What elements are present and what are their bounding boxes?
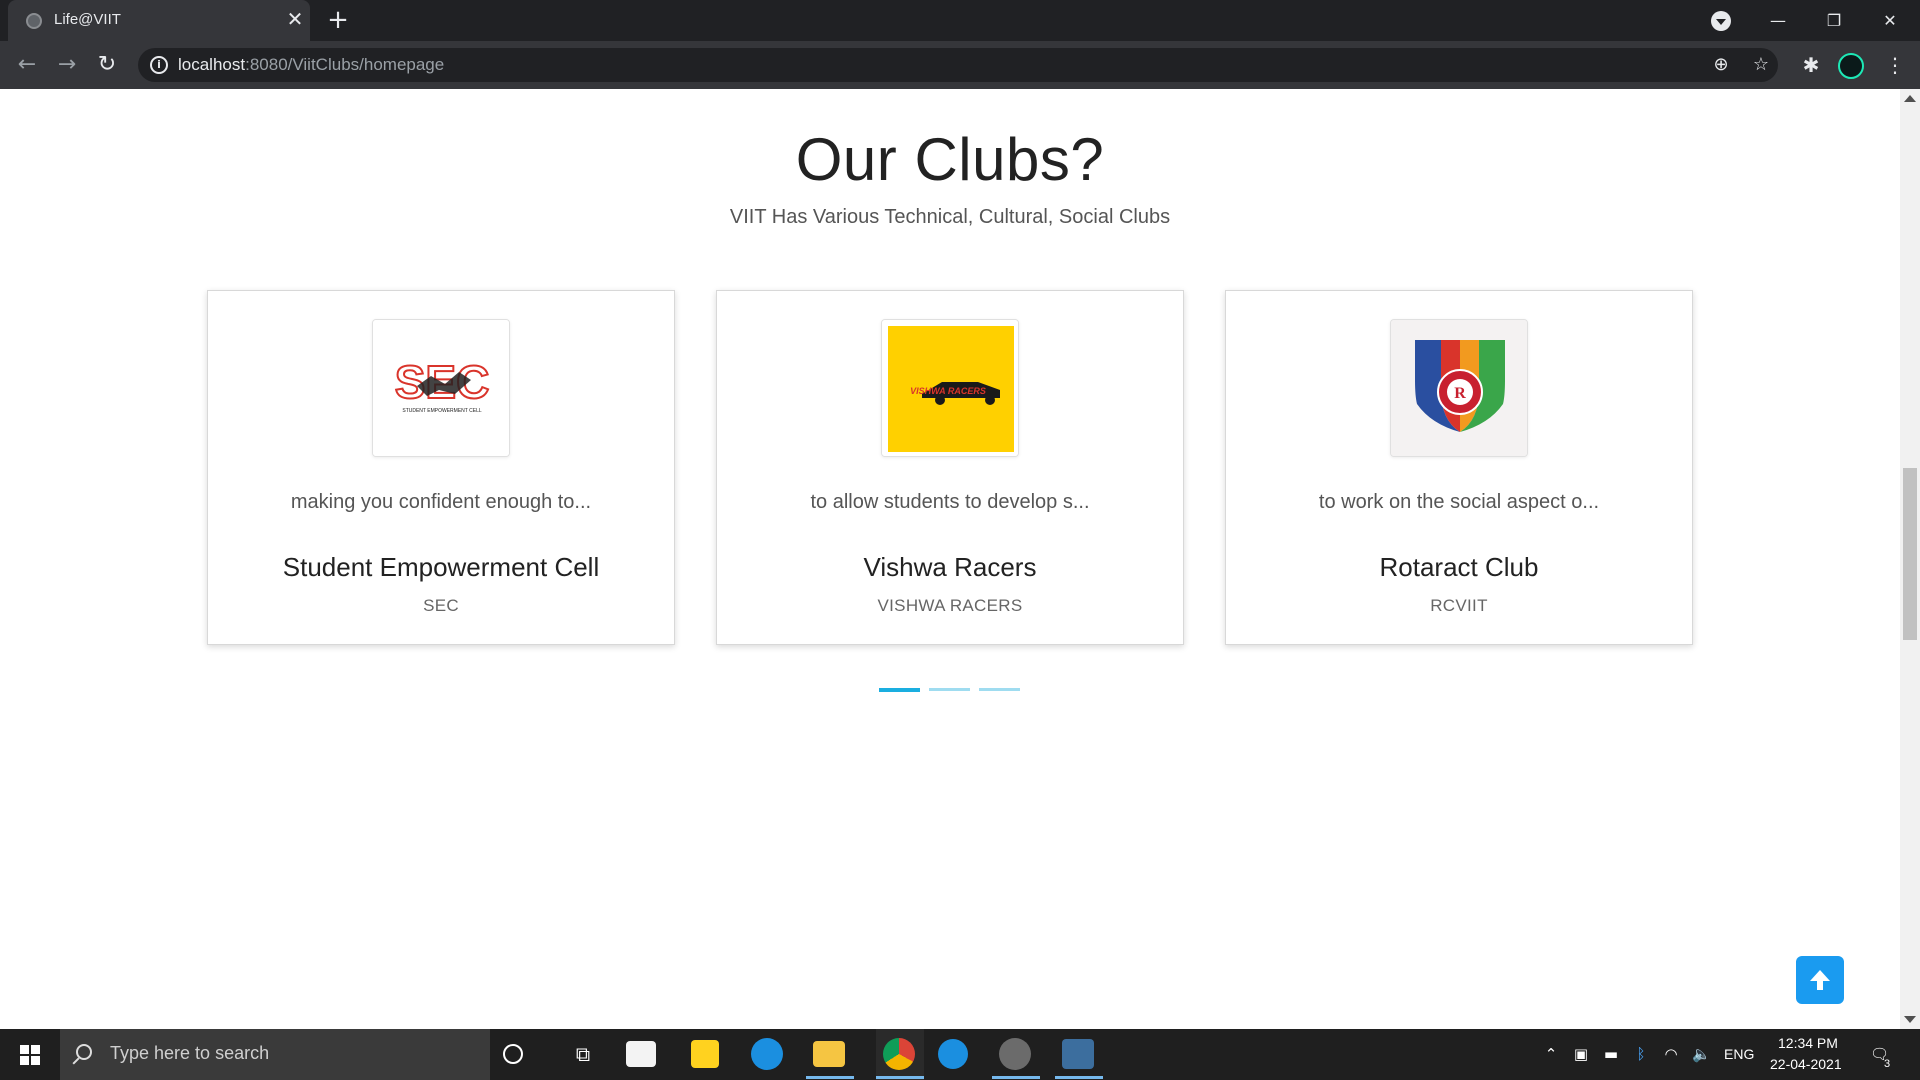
browser-tab[interactable]: Life@VIIT ✕	[8, 0, 310, 41]
running-indicator	[876, 1076, 924, 1079]
vishwa-racers-logo-text: VISHWA RACERS	[910, 386, 986, 396]
carousel-indicators	[879, 688, 1021, 692]
running-indicator	[1055, 1076, 1103, 1079]
club-code: SEC	[423, 596, 459, 615]
clock-date[interactable]: 22-04-2021	[1770, 1056, 1842, 1072]
sec-logo: SEC STUDENT EMPOWERMENT CELL	[372, 319, 510, 457]
file-explorer-icon[interactable]	[813, 1041, 845, 1067]
page-scrollbar[interactable]	[1900, 89, 1920, 1029]
bookmark-star-icon[interactable]: ☆	[1750, 54, 1772, 76]
notification-count: 3	[1884, 1058, 1891, 1070]
club-description: to work on the social aspect o...	[1318, 491, 1600, 513]
volume-icon[interactable]: 🔈	[1692, 1045, 1711, 1063]
close-window-icon[interactable]: ✕	[1862, 0, 1918, 41]
tab-title: Life@VIIT	[54, 11, 121, 28]
chevron-up-icon[interactable]: ⌃	[1542, 1045, 1560, 1063]
profile-avatar[interactable]	[1838, 53, 1864, 79]
clock-time[interactable]: 12:34 PM	[1778, 1035, 1838, 1051]
chrome-icon[interactable]	[883, 1038, 915, 1070]
search-icon	[76, 1044, 92, 1060]
club-description: making you confident enough to...	[290, 491, 592, 513]
windows-start-icon[interactable]	[0, 1029, 60, 1080]
menu-kebab-icon[interactable]: ⋮	[1880, 50, 1910, 80]
rotaract-logo: R	[1390, 319, 1528, 457]
task-view-icon[interactable]: ⧉	[566, 1037, 600, 1071]
gear-app-icon[interactable]	[999, 1038, 1031, 1070]
club-code: RCVIIT	[1430, 596, 1488, 615]
club-description: to allow students to develop s...	[810, 491, 1090, 513]
browser-tab-strip: Life@VIIT ✕ + — ❐ ✕	[0, 0, 1920, 41]
restore-icon[interactable]: ❐	[1806, 0, 1862, 41]
scroll-up-icon[interactable]	[1904, 95, 1916, 102]
tab-search-icon[interactable]	[1711, 11, 1731, 31]
vishwa-racers-logo: VISHWA RACERS	[881, 319, 1019, 457]
sec-logo-image: SEC STUDENT EMPOWERMENT CELL	[373, 320, 509, 456]
sec-logo-letters: SEC	[395, 356, 490, 408]
scroll-thumb[interactable]	[1903, 468, 1917, 640]
vishwa-racers-logo-image: VISHWA RACERS	[882, 320, 1018, 456]
rotaract-logo-letter: R	[1454, 385, 1466, 402]
zoom-icon[interactable]: ⊕	[1710, 54, 1732, 76]
reload-icon[interactable]: ↻	[92, 50, 122, 80]
rotaract-logo-image: R	[1391, 320, 1527, 456]
edge-icon[interactable]	[751, 1038, 783, 1070]
forward-arrow-icon[interactable]: →	[52, 50, 82, 80]
sticky-notes-icon[interactable]	[691, 1040, 719, 1068]
browser-toolbar: ← → ↻ i localhost:8080/ViitClubs/homepag…	[0, 41, 1920, 89]
wifi-icon[interactable]: ◠	[1662, 1045, 1680, 1063]
carousel-dot[interactable]	[979, 688, 1020, 691]
section-subtitle: VIIT Has Various Technical, Cultural, So…	[729, 206, 1171, 228]
carousel-dot[interactable]	[929, 688, 970, 691]
extensions-puzzle-icon[interactable]: ✱	[1796, 50, 1826, 80]
club-code: VISHWA RACERS	[877, 596, 1023, 615]
cortana-icon[interactable]	[503, 1044, 523, 1064]
club-name[interactable]: Rotaract Club	[1226, 552, 1692, 583]
club-card-sec[interactable]: SEC STUDENT EMPOWERMENT CELL making you …	[207, 290, 675, 645]
club-name[interactable]: Vishwa Racers	[717, 552, 1183, 583]
close-tab-icon[interactable]: ✕	[283, 7, 307, 31]
windows-taskbar: Type here to search ⧉ ⌃ ▣ ▬ ᛒ ◠ 🔈 ENG 12…	[0, 1029, 1920, 1080]
back-to-top-button[interactable]	[1796, 956, 1844, 1004]
site-info-icon[interactable]: i	[150, 56, 168, 74]
scroll-down-icon[interactable]	[1904, 1016, 1916, 1023]
carousel-dot[interactable]	[879, 688, 920, 692]
bluetooth-icon[interactable]: ᛒ	[1632, 1045, 1650, 1063]
store-icon[interactable]	[626, 1041, 656, 1067]
minimize-icon[interactable]: —	[1750, 0, 1806, 41]
page-viewport: Our Clubs? VIIT Has Various Technical, C…	[0, 89, 1920, 1029]
compass-icon[interactable]	[938, 1039, 968, 1069]
club-name[interactable]: Student Empowerment Cell	[208, 552, 674, 583]
club-card-rotaract[interactable]: R to work on the social aspect o... Rota…	[1225, 290, 1693, 645]
meet-now-icon[interactable]: ▣	[1572, 1045, 1590, 1063]
battery-icon[interactable]: ▬	[1602, 1045, 1620, 1063]
taskbar-search-box[interactable]: Type here to search	[60, 1029, 490, 1080]
sql-workbench-icon[interactable]	[1062, 1039, 1094, 1069]
club-card-vishwa-racers[interactable]: VISHWA RACERS to allow students to devel…	[716, 290, 1184, 645]
url-text[interactable]: localhost:8080/ViitClubs/homepage	[178, 55, 444, 75]
address-bar[interactable]: i localhost:8080/ViitClubs/homepage ⊕ ☆	[138, 48, 1778, 82]
back-arrow-icon[interactable]: ←	[12, 50, 42, 80]
running-indicator	[806, 1076, 854, 1079]
globe-icon	[26, 13, 42, 29]
language-indicator[interactable]: ENG	[1724, 1046, 1754, 1062]
taskbar-search-placeholder: Type here to search	[110, 1043, 270, 1063]
section-title: Our Clubs?	[795, 126, 1105, 193]
running-indicator	[992, 1076, 1040, 1079]
sec-logo-caption: STUDENT EMPOWERMENT CELL	[402, 408, 481, 414]
new-tab-button[interactable]: +	[324, 6, 352, 34]
